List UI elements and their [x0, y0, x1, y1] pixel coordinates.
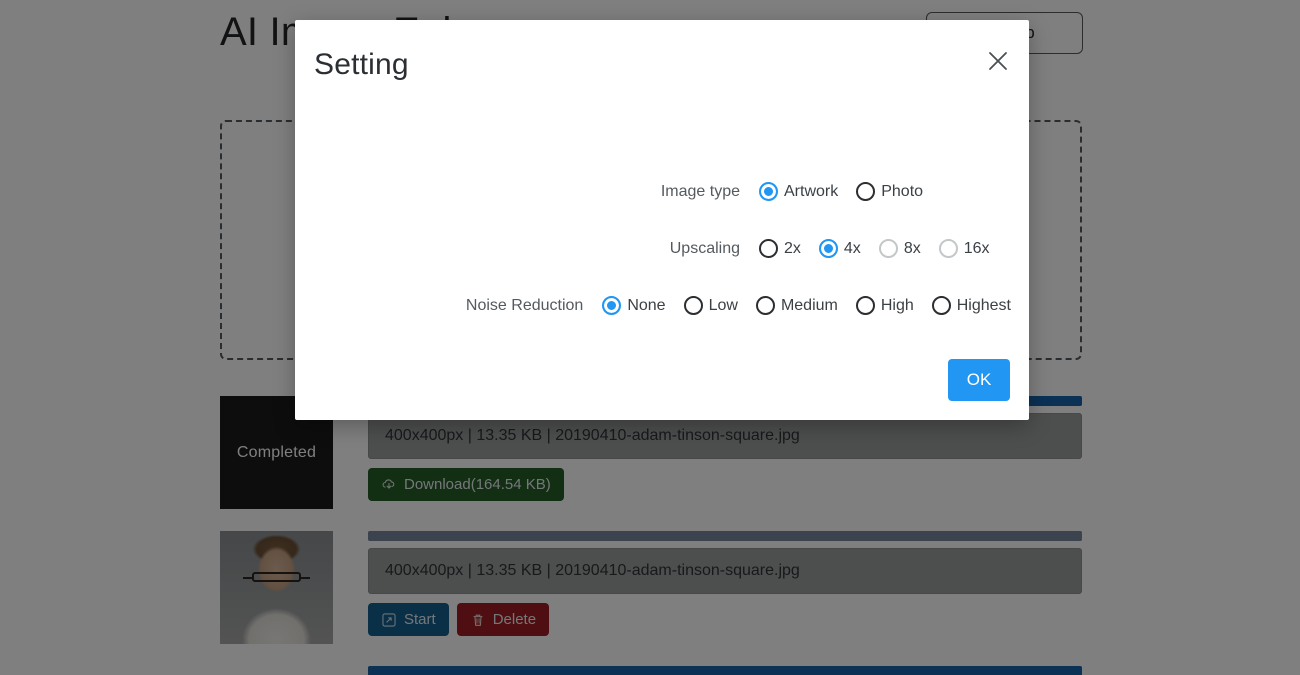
- radio-label: Medium: [780, 296, 838, 314]
- radio-label: 16x: [963, 239, 990, 257]
- radio-label: Photo: [881, 182, 924, 200]
- radio-image-type-photo[interactable]: Photo: [856, 182, 923, 201]
- dialog-title: Setting: [314, 48, 409, 81]
- radio-unchecked-icon: [855, 296, 875, 315]
- radio-label: 2x: [784, 239, 801, 257]
- radio-label: None: [627, 296, 666, 314]
- radio-unchecked-icon: [878, 239, 898, 258]
- radio-checked-icon: [602, 296, 622, 315]
- radio-group-upscaling: 2x 4x 8x 16x: [759, 239, 1029, 258]
- setting-label-noise-reduction: Noise Reduction: [465, 296, 584, 314]
- radio-label: Highest: [956, 296, 1011, 314]
- close-icon: [987, 50, 1009, 72]
- radio-label: Artwork: [784, 182, 839, 200]
- radio-upscaling-16x: 16x: [938, 239, 990, 258]
- radio-unchecked-icon: [759, 239, 778, 258]
- app-root: AI Image Enhancer Sign Up Completed400x4…: [0, 0, 1300, 675]
- setting-dialog: Setting Image type Artwork Photo Upscaling 2…: [295, 20, 1029, 420]
- radio-label: High: [880, 296, 914, 314]
- radio-checked-icon: [759, 182, 778, 201]
- setting-label-upscaling: Upscaling: [669, 239, 740, 257]
- radio-noise-reduction-none[interactable]: None: [602, 296, 666, 315]
- setting-label-image-type: Image type: [660, 182, 740, 200]
- radio-label: 8x: [903, 239, 921, 257]
- radio-unchecked-icon: [856, 182, 876, 201]
- ok-button[interactable]: OK: [948, 359, 1010, 401]
- radio-label: 4x: [843, 239, 861, 257]
- radio-upscaling-2x[interactable]: 2x: [759, 239, 801, 258]
- radio-unchecked-icon: [938, 239, 958, 258]
- radio-noise-reduction-high[interactable]: High: [855, 296, 914, 315]
- radio-unchecked-icon: [931, 296, 951, 315]
- setting-row-noise-reduction: Noise Reduction None Low Medium High Highest: [295, 277, 1029, 334]
- radio-noise-reduction-low[interactable]: Low: [683, 296, 738, 315]
- radio-label: Low: [708, 296, 738, 314]
- radio-upscaling-8x: 8x: [878, 239, 921, 258]
- radio-noise-reduction-highest[interactable]: Highest: [931, 296, 1011, 315]
- settings-form: Image type Artwork Photo Upscaling 2x 4x 8x 16x…: [295, 163, 1029, 334]
- close-button[interactable]: [978, 41, 1018, 81]
- radio-group-noise-reduction: None Low Medium High Highest: [602, 296, 1029, 315]
- setting-row-upscaling: Upscaling 2x 4x 8x 16x: [295, 220, 1029, 277]
- radio-image-type-artwork[interactable]: Artwork: [759, 182, 838, 201]
- radio-upscaling-4x[interactable]: 4x: [818, 239, 861, 258]
- radio-checked-icon: [818, 239, 838, 258]
- radio-group-image-type: Artwork Photo: [759, 182, 1029, 201]
- dialog-footer: OK: [948, 359, 1010, 401]
- radio-unchecked-icon: [683, 296, 703, 315]
- setting-row-image-type: Image type Artwork Photo: [295, 163, 1029, 220]
- radio-unchecked-icon: [755, 296, 775, 315]
- radio-noise-reduction-medium[interactable]: Medium: [755, 296, 838, 315]
